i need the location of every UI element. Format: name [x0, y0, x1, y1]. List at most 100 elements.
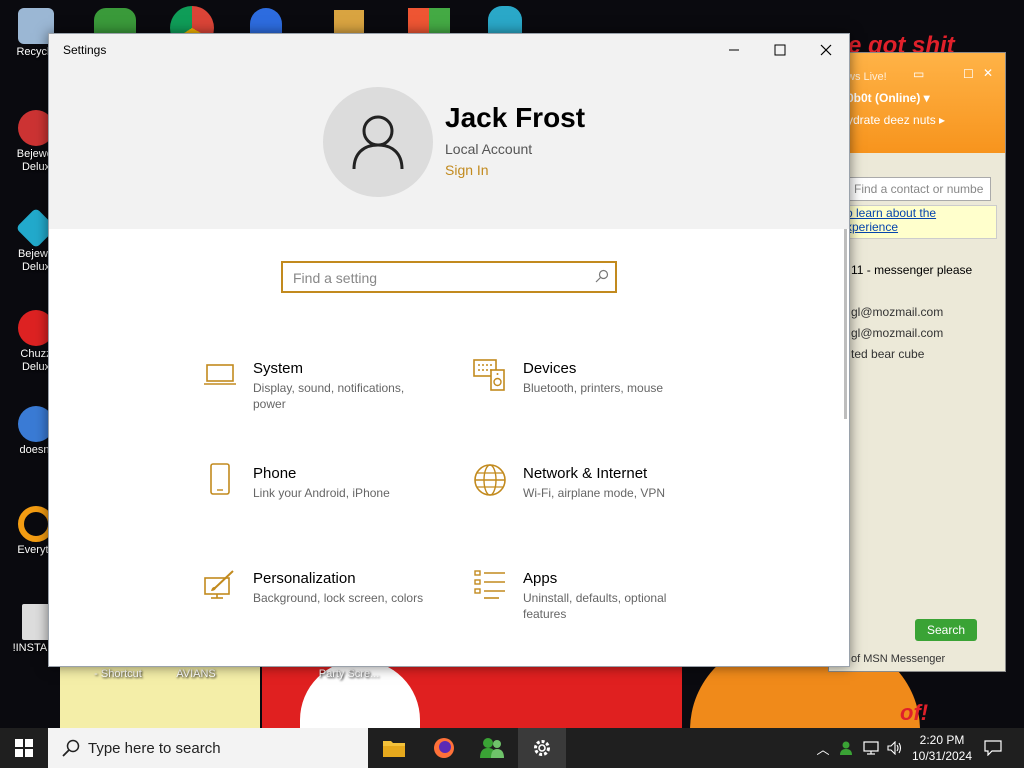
category-description: Background, lock screen, colors: [253, 591, 424, 605]
window-title: Settings: [63, 43, 107, 57]
clock-date: 10/31/2024: [911, 749, 973, 763]
msn-list-item[interactable]: gl@mozmail.com: [851, 326, 943, 340]
chevron-up-icon: ︿: [816, 741, 830, 757]
msn-info-link[interactable]: o learn about the: [846, 206, 996, 220]
category-description: Bluetooth, printers, mouse: [523, 381, 664, 395]
maximize-icon[interactable]: ☐: [963, 67, 974, 81]
category-title: Apps: [523, 570, 558, 587]
user-icon: [352, 115, 404, 170]
msn-search-input[interactable]: Find a contact or numbe: [849, 177, 991, 201]
messenger-desktop-icon[interactable]: [94, 8, 136, 34]
app-desktop-icon[interactable]: [408, 8, 450, 34]
maximize-icon: [774, 44, 786, 56]
category-description: Uninstall, defaults, optional features: [523, 591, 667, 621]
character-desktop-icon[interactable]: [488, 6, 522, 34]
minimize-icon: [729, 49, 739, 51]
gear-icon: [534, 740, 550, 756]
msn-list-item[interactable]: 11 - messenger please: [851, 263, 972, 277]
category-title: Devices: [523, 360, 577, 377]
msn-list-item[interactable]: gl@mozmail.com: [851, 305, 943, 319]
category-phone[interactable]: Phone Link your Android, iPhone: [203, 463, 443, 523]
close-icon: [820, 44, 832, 56]
msn-status[interactable]: 0b0t (Online) ▾: [847, 91, 930, 105]
desktop-icon-label: - Shortcut: [94, 668, 142, 680]
msn-footer: of MSN Messenger: [851, 653, 946, 665]
search-icon[interactable]: [595, 269, 609, 283]
show-hidden-icons-button[interactable]: ︿: [814, 728, 832, 768]
app-desktop-icon[interactable]: [334, 10, 364, 34]
laptop-icon: [204, 364, 236, 385]
category-title: System: [253, 360, 304, 377]
globe-icon: [474, 464, 506, 496]
action-center-button[interactable]: [978, 728, 1008, 768]
taskbar-messenger[interactable]: [468, 728, 516, 768]
clock-time: 2:20 PM: [919, 733, 965, 747]
desktop-icon-label: Chuzz Delux: [20, 348, 52, 373]
msn-info-banner[interactable]: o learn about the xperience: [833, 205, 997, 239]
clock[interactable]: 2:20 PM 10/31/2024: [910, 732, 974, 764]
tray-volume[interactable]: [884, 728, 906, 768]
app-desktop-icon[interactable]: [250, 8, 282, 34]
category-devices[interactable]: Devices Bluetooth, printers, mouse: [473, 358, 713, 418]
settings-search[interactable]: [281, 261, 617, 293]
firefox-icon: [434, 738, 454, 758]
desktop-icon-party[interactable]: Party Scre...: [314, 668, 384, 681]
start-button[interactable]: [0, 728, 48, 768]
category-title: Personalization: [253, 570, 356, 587]
paintbrush-icon: [204, 570, 234, 599]
category-description: Wi-Fi, airplane mode, VPN: [523, 486, 666, 500]
minimize-button[interactable]: [711, 34, 757, 66]
speaker-icon: [887, 741, 902, 755]
maximize-button[interactable]: [757, 34, 803, 66]
taskbar-firefox[interactable]: [420, 728, 468, 768]
search-icon: [62, 739, 80, 757]
title-bar[interactable]: Settings: [49, 34, 849, 66]
messenger-buddy-icon: [480, 738, 504, 758]
tray-messenger[interactable]: [836, 728, 856, 768]
settings-window: Settings Jack Frost Local Account Sign I…: [48, 33, 850, 667]
msn-info-link[interactable]: xperience: [846, 220, 996, 234]
taskbar-settings[interactable]: [518, 728, 566, 768]
wallpaper-text: of!: [900, 700, 929, 725]
minimize-icon[interactable]: ▭: [913, 67, 924, 81]
msn-search-button[interactable]: Search: [915, 619, 977, 641]
category-personalization[interactable]: Personalization Background, lock screen,…: [203, 568, 443, 628]
category-title: Network & Internet: [523, 465, 648, 482]
category-description: Link your Android, iPhone: [253, 486, 390, 500]
search-input[interactable]: [291, 267, 585, 289]
apps-list-icon: [474, 570, 505, 599]
scrollbar[interactable]: [844, 229, 847, 419]
messenger-buddy-icon: [840, 741, 852, 755]
msn-list-item[interactable]: ted bear cube: [851, 347, 924, 361]
msn-header: ws Live! ▭ ☐ ✕ 0b0t (Online) ▾ ydrate de…: [829, 53, 1005, 153]
user-name: Jack Frost: [445, 102, 586, 133]
taskbar-search[interactable]: Type here to search: [48, 728, 368, 768]
desktop-icon-shortcut[interactable]: - Shortcut: [88, 668, 148, 681]
taskbar-search-text: Type here to search: [88, 740, 221, 757]
category-system[interactable]: System Display, sound, notifications, po…: [203, 358, 443, 418]
desktop-icon-label: AVIANS: [176, 668, 216, 680]
msn-messenger-window[interactable]: ws Live! ▭ ☐ ✕ 0b0t (Online) ▾ ydrate de…: [828, 52, 1006, 672]
phone-icon: [210, 463, 230, 495]
network-icon: [863, 741, 879, 755]
category-network[interactable]: Network & Internet Wi-Fi, airplane mode,…: [473, 463, 713, 523]
notification-icon: [984, 740, 1002, 756]
sign-in-link[interactable]: Sign In: [445, 162, 489, 178]
folder-icon: [383, 741, 405, 757]
desktop-icon-label: Party Scre...: [318, 668, 380, 680]
category-title: Phone: [253, 465, 297, 482]
taskbar: Type here to search ︿ 2:20 PM 10/31/2024: [0, 728, 1024, 768]
close-button[interactable]: [803, 34, 849, 66]
avatar[interactable]: [323, 87, 433, 197]
tray-network[interactable]: [860, 728, 882, 768]
msn-personal-message[interactable]: ydrate deez nuts ▸: [847, 113, 945, 127]
taskbar-file-explorer[interactable]: [370, 728, 418, 768]
category-apps[interactable]: Apps Uninstall, defaults, optional featu…: [473, 568, 713, 628]
close-icon[interactable]: ✕: [983, 66, 993, 80]
windows-logo-icon: [15, 739, 33, 757]
account-type: Local Account: [445, 141, 533, 157]
document-icon: [22, 604, 50, 640]
desktop-icon-avians[interactable]: AVIANS: [166, 668, 226, 681]
category-description: Display, sound, notifications, power: [253, 381, 405, 411]
account-header: Jack Frost Local Account Sign In: [49, 66, 849, 229]
